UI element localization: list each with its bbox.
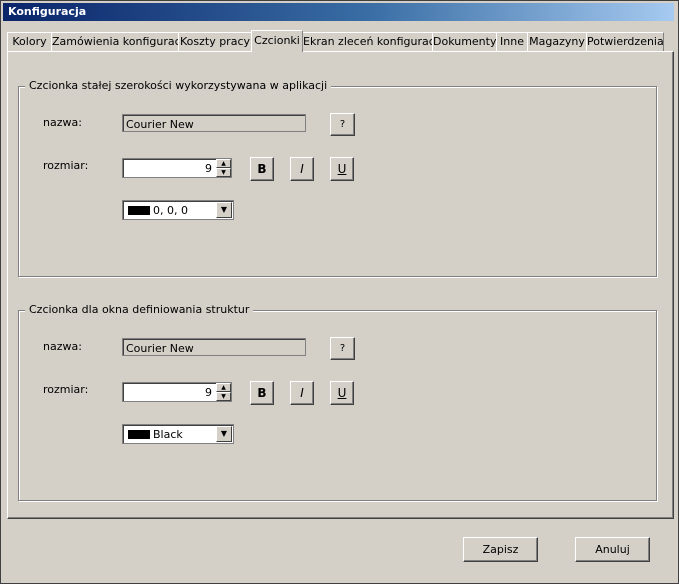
font-size-stepper[interactable]: 9 ▲ ▼: [122, 382, 232, 402]
bold-button[interactable]: B: [250, 157, 274, 181]
italic-button[interactable]: I: [290, 157, 314, 181]
structure-font-group: Czcionka dla okna definiowania struktur …: [18, 303, 657, 501]
tab-kolory[interactable]: Kolory: [7, 32, 52, 51]
size-down-button[interactable]: ▼: [216, 168, 231, 177]
font-color-select[interactable]: 0, 0, 0 ▼: [122, 200, 234, 220]
font-name-field: Courier New: [122, 338, 306, 356]
title-bar[interactable]: Konfiguracja: [3, 3, 674, 21]
save-button[interactable]: Zapisz: [463, 537, 538, 562]
fixed-width-font-group: Czcionka stałej szerokości wykorzystywan…: [18, 79, 657, 277]
browse-font-button[interactable]: ?: [330, 337, 355, 360]
tab-panel-czcionki: Czcionka stałej szerokości wykorzystywan…: [7, 51, 674, 519]
name-label: nazwa:: [43, 116, 82, 129]
size-down-button[interactable]: ▼: [216, 392, 231, 401]
font-size-stepper[interactable]: 9 ▲ ▼: [122, 158, 232, 178]
tab-magazyny[interactable]: Magazyny: [527, 32, 587, 51]
tab-ekran-zlecen-konfiguracja[interactable]: Ekran zleceń konfiguracja: [302, 32, 445, 51]
chevron-down-icon[interactable]: ▼: [216, 202, 232, 218]
size-label: rozmiar:: [43, 383, 89, 396]
size-up-button[interactable]: ▲: [216, 159, 231, 168]
size-label: rozmiar:: [43, 159, 89, 172]
font-name-field: Courier New: [122, 114, 306, 132]
window-title: Konfiguracja: [8, 5, 87, 18]
config-window: Konfiguracja Kolory Zamówienia konfigura…: [0, 0, 679, 584]
tab-inne[interactable]: Inne: [496, 32, 528, 51]
tab-dokumenty[interactable]: Dokumenty: [432, 32, 497, 51]
color-swatch: [128, 430, 150, 439]
color-swatch: [128, 206, 150, 215]
tab-zamowienia-konfiguracja[interactable]: Zamówienia konfiguracja: [51, 32, 190, 51]
font-color-value: 0, 0, 0: [153, 204, 188, 217]
group-legend: Czcionka stałej szerokości wykorzystywan…: [25, 79, 332, 92]
underline-button[interactable]: U: [330, 381, 354, 405]
font-color-select[interactable]: Black ▼: [122, 424, 234, 444]
font-size-value: 9: [205, 162, 212, 175]
font-color-value: Black: [153, 428, 183, 441]
tab-potwierdzenia[interactable]: Potwierdzenia: [586, 32, 664, 51]
chevron-down-icon[interactable]: ▼: [216, 426, 232, 442]
cancel-button[interactable]: Anuluj: [575, 537, 650, 562]
size-up-button[interactable]: ▲: [216, 383, 231, 392]
browse-font-button[interactable]: ?: [330, 113, 355, 136]
font-size-value: 9: [205, 386, 212, 399]
group-legend: Czcionka dla okna definiowania struktur: [25, 303, 254, 316]
tab-koszty-pracy[interactable]: Koszty pracy: [178, 32, 252, 51]
italic-button[interactable]: I: [290, 381, 314, 405]
name-label: nazwa:: [43, 340, 82, 353]
tab-czcionki[interactable]: Czcionki: [251, 30, 303, 52]
underline-button[interactable]: U: [330, 157, 354, 181]
bold-button[interactable]: B: [250, 381, 274, 405]
